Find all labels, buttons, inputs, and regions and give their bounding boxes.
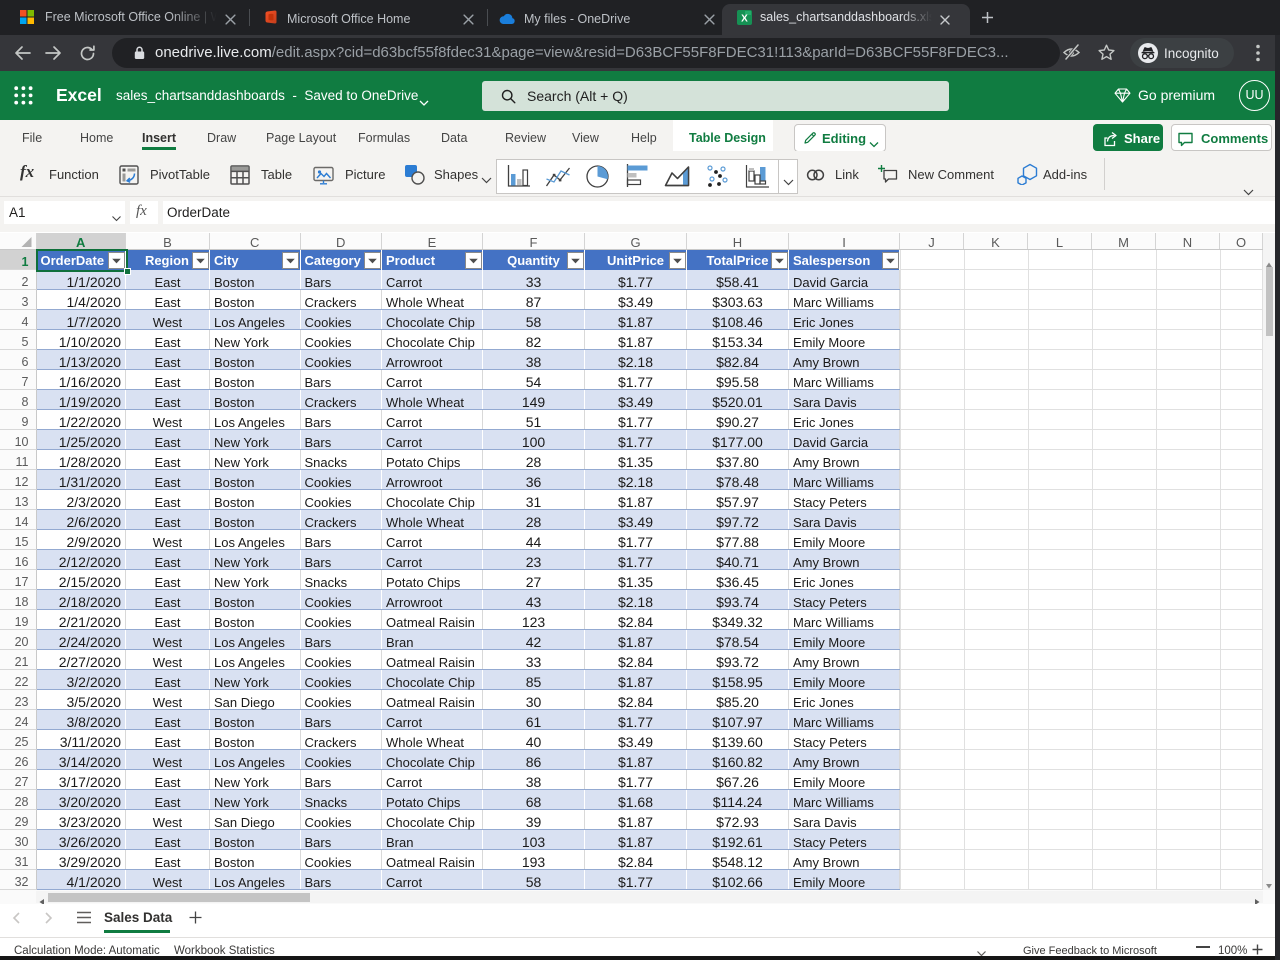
svg-text:X: X bbox=[741, 14, 748, 25]
